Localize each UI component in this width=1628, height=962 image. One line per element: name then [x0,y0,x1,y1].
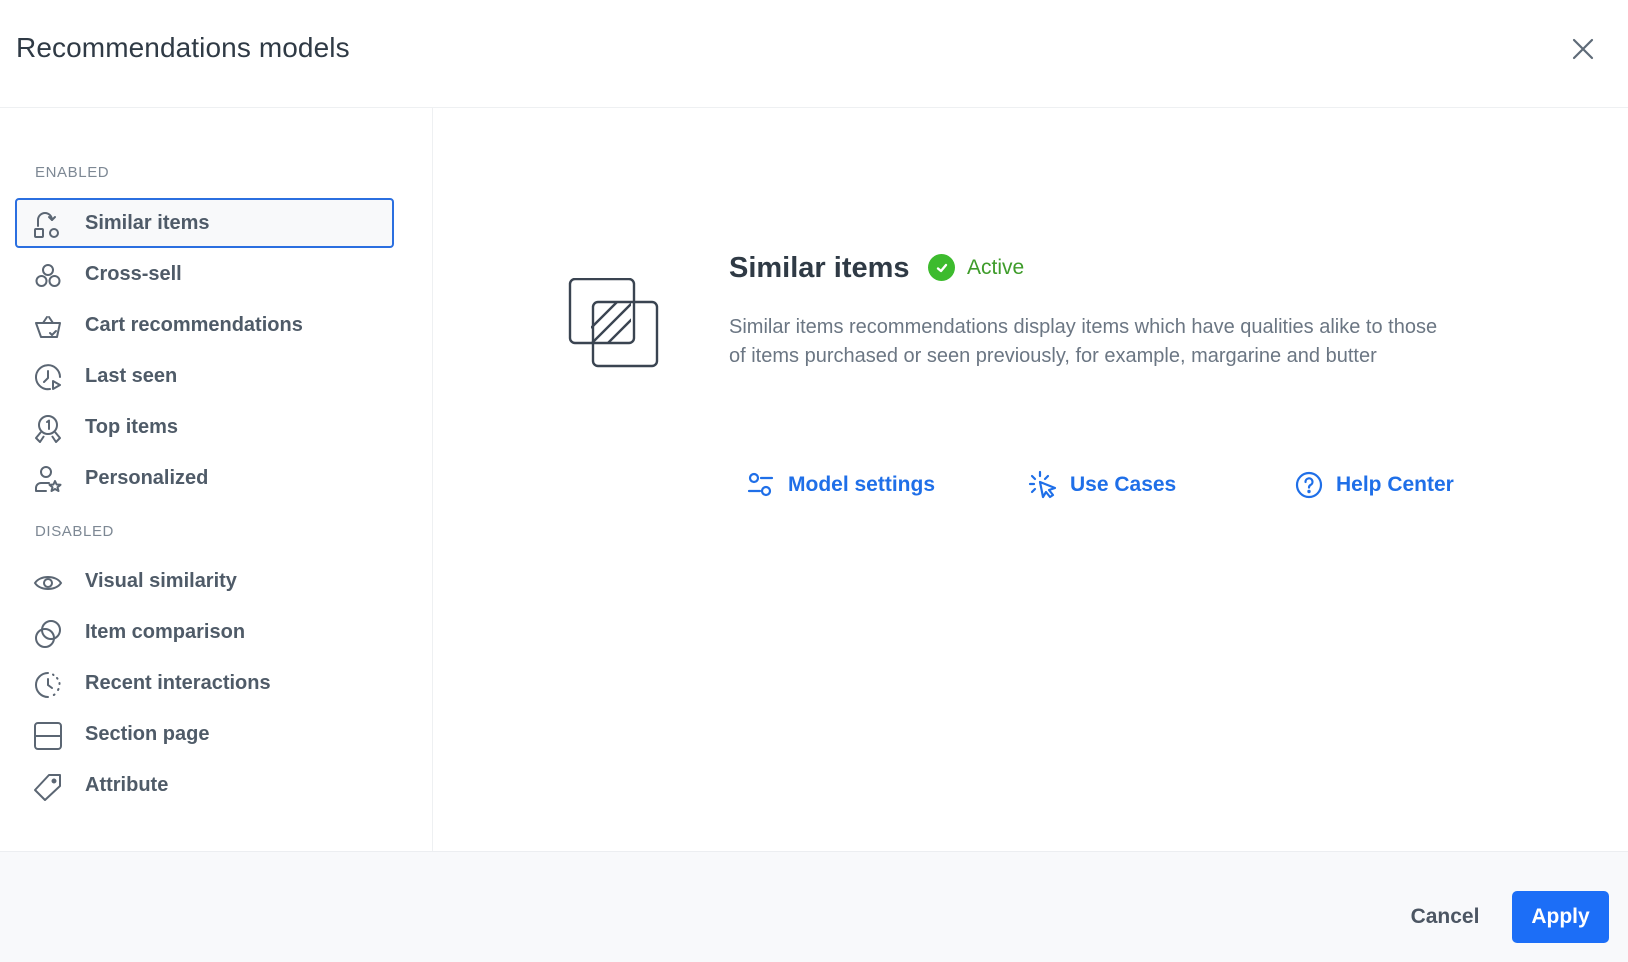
cursor-click-icon [1028,470,1058,500]
sidebar-item-label: Item comparison [85,621,245,644]
dialog-title: Recommendations models [16,32,350,64]
close-button[interactable] [1568,34,1598,64]
sidebar-item-cross-sell[interactable]: Cross-sell [15,249,394,299]
check-circle-icon [928,254,955,281]
close-icon [1572,38,1594,60]
similar-items-icon [33,210,63,240]
sidebar-item-label: Recent interactions [85,672,271,695]
help-circle-icon [1294,470,1324,500]
model-title: Similar items [729,252,910,285]
sidebar-item-recent-interactions[interactable]: Recent interactions [15,658,394,708]
section-layout-icon [33,721,63,751]
sidebar-item-label: Visual similarity [85,570,237,593]
overlapping-squares-icon [567,278,667,378]
status-badge: Active [928,254,1024,281]
sidebar-item-attribute[interactable]: Attribute [15,760,394,810]
sidebar-item-label: Personalized [85,467,208,490]
basket-icon [33,312,63,342]
model-detail-panel: Similar items Active Similar items recom… [434,108,1628,851]
sidebar-item-label: Section page [85,723,209,746]
apply-button[interactable]: Apply [1512,891,1609,943]
sidebar-item-similar-items[interactable]: Similar items [15,198,394,248]
user-star-icon [33,465,63,495]
sidebar-item-label: Cart recommendations [85,314,303,337]
sidebar-item-top-items[interactable]: Top items [15,402,394,452]
cancel-button[interactable]: Cancel [1395,891,1495,943]
sidebar-item-visual-similarity[interactable]: Visual similarity [15,556,394,606]
enabled-section-label: ENABLED [35,164,109,181]
link-label: Help Center [1336,473,1454,497]
link-label: Use Cases [1070,473,1176,497]
use-cases-link[interactable]: Use Cases [1028,470,1176,500]
award-badge-icon [33,414,63,444]
link-label: Model settings [788,473,935,497]
sidebar-item-label: Similar items [85,212,210,235]
sidebar-item-label: Cross-sell [85,263,182,286]
sidebar-item-last-seen[interactable]: Last seen [15,351,394,401]
status-text: Active [967,256,1024,280]
sidebar-item-section-page[interactable]: Section page [15,709,394,759]
sidebar-item-label: Top items [85,416,178,439]
sidebar-item-label: Last seen [85,365,177,388]
dialog-header: Recommendations models [0,0,1628,108]
models-sidebar: ENABLED Similar items Cross-sell Cart re… [0,108,433,851]
clock-play-icon [33,363,63,393]
recent-clock-icon [33,670,63,700]
sidebar-item-personalized[interactable]: Personalized [15,453,394,503]
model-settings-link[interactable]: Model settings [746,470,935,500]
help-center-link[interactable]: Help Center [1294,470,1454,500]
sidebar-item-label: Attribute [85,774,168,797]
dialog-footer: Cancel Apply [0,851,1628,962]
sidebar-item-item-comparison[interactable]: Item comparison [15,607,394,657]
sidebar-item-cart-recommendations[interactable]: Cart recommendations [15,300,394,350]
overlapping-circles-icon [33,619,63,649]
cross-sell-icon [33,261,63,291]
tag-icon [33,772,63,802]
disabled-section-label: DISABLED [35,523,114,540]
sliders-icon [746,470,776,500]
eye-icon [33,568,63,598]
model-description: Similar items recommendations display it… [729,313,1449,371]
